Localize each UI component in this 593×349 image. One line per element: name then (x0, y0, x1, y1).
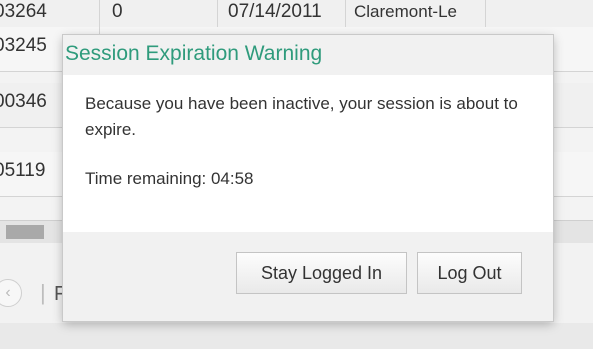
table-cell-date: 07/14/2011 (218, 0, 346, 27)
table-cell-city: Claremont-Le (346, 0, 486, 27)
time-remaining-text: Time remaining: 04:58 (85, 169, 254, 188)
previous-page-button[interactable]: ‹ (0, 279, 22, 307)
dialog-title: Session Expiration Warning (65, 42, 323, 65)
stay-logged-in-button[interactable]: Stay Logged In (236, 252, 407, 294)
footer-band (0, 323, 593, 349)
scrollbar-thumb[interactable] (6, 225, 44, 239)
session-expiration-dialog: Session Expiration Warning Because you h… (63, 35, 553, 321)
table-row: 03264 0 07/14/2011 Claremont-Le (0, 0, 593, 28)
log-out-button[interactable]: Log Out (417, 252, 522, 294)
table-cell-id: 03264 (0, 0, 100, 27)
dialog-body: Because you have been inactive, your ses… (63, 75, 553, 232)
table-cell-number: 0 (100, 0, 218, 27)
pager-separator: | (40, 280, 46, 305)
dialog-footer: Stay Logged In Log Out (63, 232, 553, 321)
dialog-header: Session Expiration Warning (63, 35, 553, 76)
dialog-message: Because you have been inactive, your ses… (85, 94, 518, 139)
